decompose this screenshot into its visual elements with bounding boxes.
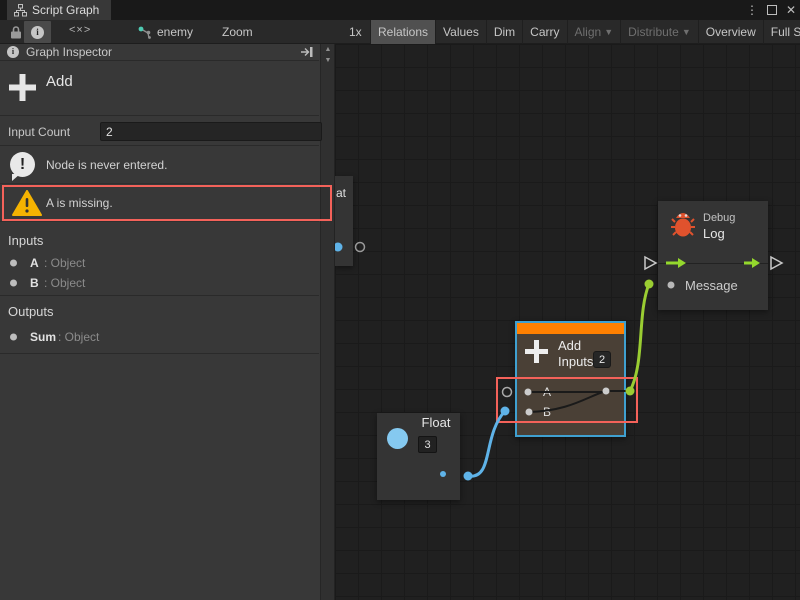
wire-sum-to-message[interactable] xyxy=(630,284,649,391)
port-name: B xyxy=(30,276,39,290)
port-type: : Object xyxy=(44,276,85,290)
plus-icon xyxy=(7,72,38,103)
port-row-b: B : Object xyxy=(0,273,319,293)
add-node-title: Inputs xyxy=(558,354,593,369)
flow-in-triangle[interactable] xyxy=(645,257,656,269)
info-icon: i xyxy=(7,46,19,58)
float-type-icon xyxy=(387,428,408,449)
graph-reference[interactable]: enemy xyxy=(138,20,193,44)
add-node-title: Add xyxy=(558,338,581,353)
window-close-icon[interactable]: ✕ xyxy=(786,3,796,17)
overview-button[interactable]: Overview xyxy=(698,20,763,44)
info-icon: i xyxy=(31,26,44,39)
outputs-header: Outputs xyxy=(8,304,54,319)
tab-label: Script Graph xyxy=(32,3,99,17)
values-button[interactable]: Values xyxy=(435,20,486,44)
scroll-up-icon[interactable]: ▲ xyxy=(321,44,335,55)
code-view-icon[interactable]: <×> xyxy=(69,24,91,36)
port-dot xyxy=(10,260,17,267)
float-node-title: Float xyxy=(413,415,459,430)
chevron-down-icon: ▼ xyxy=(604,27,613,37)
port-row-sum: Sum : Object xyxy=(0,327,319,347)
graph-reference-label: enemy xyxy=(157,25,193,39)
zoom-level: 1x xyxy=(349,25,362,39)
graph-canvas[interactable]: at Float 3 Add Inputs 2 A B Debug Log Me… xyxy=(335,44,800,600)
wire-endpoint-dot[interactable] xyxy=(464,472,473,481)
message-a-is-missing: A is missing. xyxy=(0,184,319,222)
divider xyxy=(0,295,319,296)
input-count-field[interactable] xyxy=(100,122,322,141)
port-row-a: A : Object xyxy=(0,253,319,273)
node-link-icon xyxy=(138,25,152,39)
error-highlight-box xyxy=(496,377,638,423)
debug-node-category: Debug xyxy=(703,212,735,224)
port-name: Sum xyxy=(30,330,56,344)
zoom-label: Zoom xyxy=(222,25,253,39)
message-text: A is missing. xyxy=(46,196,113,210)
inspector-toggle-button[interactable]: i xyxy=(24,21,51,43)
input-count-label: Input Count xyxy=(8,125,70,139)
graph-toolbar: i <×> enemy Zoom 1x Relations Values Dim… xyxy=(0,20,800,44)
message-text: Node is never entered. xyxy=(46,158,167,172)
window-maximize-icon[interactable] xyxy=(767,5,777,15)
input-count-row: Input Count xyxy=(0,117,319,146)
dock-panel-icon[interactable] xyxy=(300,46,314,58)
fullscreen-button[interactable]: Full Screen xyxy=(763,20,800,44)
relations-button[interactable]: Relations xyxy=(370,20,435,44)
lock-icon[interactable] xyxy=(10,26,22,39)
script-graph-icon xyxy=(14,4,27,17)
scroll-down-icon[interactable]: ▼ xyxy=(321,55,335,66)
node-header-bar xyxy=(517,323,624,334)
port-type: : Object xyxy=(44,256,85,270)
node-divider xyxy=(658,263,768,264)
plus-icon xyxy=(523,338,550,365)
port-dot xyxy=(10,280,17,287)
message-port-label: Message xyxy=(685,278,738,293)
warning-triangle-icon xyxy=(12,190,42,216)
carry-button[interactable]: Carry xyxy=(522,20,566,44)
window-menu-icon[interactable]: ⋮ xyxy=(746,3,758,17)
inputs-header: Inputs xyxy=(8,233,43,248)
port-type: : Object xyxy=(58,330,99,344)
node-title-clipped: at xyxy=(336,186,346,200)
tab-script-graph[interactable]: Script Graph xyxy=(7,0,111,20)
distribute-dropdown[interactable]: Distribute ▼ xyxy=(620,20,698,44)
bug-icon xyxy=(671,209,695,239)
empty-port-circle[interactable] xyxy=(356,243,365,252)
divider xyxy=(0,353,319,354)
port-dot xyxy=(10,334,17,341)
debug-node-title: Log xyxy=(703,226,725,241)
wire-endpoint-dot[interactable] xyxy=(645,280,654,289)
selected-node-summary: Add xyxy=(0,61,319,116)
inspector-title: Graph Inspector xyxy=(26,45,112,59)
flow-out-triangle[interactable] xyxy=(771,257,782,269)
message-node-never-entered: ! Node is never entered. xyxy=(0,147,319,184)
input-count-badge[interactable]: 2 xyxy=(593,351,611,368)
chevron-down-icon: ▼ xyxy=(682,27,691,37)
window-titlebar: Script Graph ⋮ ✕ xyxy=(0,0,800,20)
align-dropdown[interactable]: Align ▼ xyxy=(567,20,621,44)
float-value-field[interactable]: 3 xyxy=(418,436,437,453)
inspector-header: i Graph Inspector xyxy=(0,44,319,61)
node-title: Add xyxy=(46,73,73,90)
graph-inspector-panel: i Graph Inspector ▲ ▼ Add Input Count ! … xyxy=(0,44,335,600)
inspector-scrollbar[interactable]: ▲ ▼ xyxy=(320,44,334,600)
speech-exclamation-icon: ! xyxy=(10,152,35,177)
port-name: A xyxy=(30,256,39,270)
dim-button[interactable]: Dim xyxy=(486,20,522,44)
